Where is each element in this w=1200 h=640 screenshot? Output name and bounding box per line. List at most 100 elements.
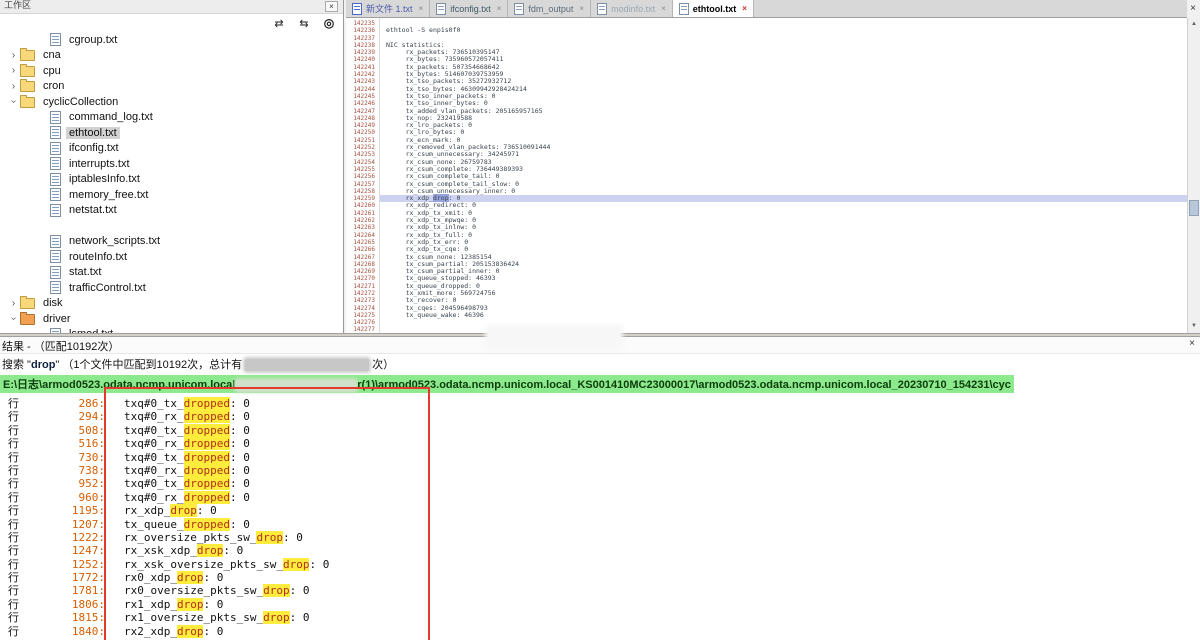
tree-item[interactable]: ›cyclicCollection bbox=[0, 94, 343, 110]
result-row[interactable]: 行1195:rx_xdp_drop: 0 bbox=[0, 504, 1200, 517]
tree-item[interactable]: memory_free.txt bbox=[0, 187, 343, 203]
match-highlight: drop bbox=[263, 584, 290, 597]
tree-item[interactable]: iptablesInfo.txt bbox=[0, 172, 343, 188]
tree-item[interactable]: ethtool.txt bbox=[0, 125, 343, 141]
scroll-up-arrow-icon[interactable]: ▲ bbox=[1188, 18, 1200, 31]
line-number: 142269 bbox=[346, 268, 375, 275]
result-row[interactable]: 行952:txq#0_tx_dropped: 0 bbox=[0, 477, 1200, 490]
line-number: 142259 bbox=[346, 195, 375, 202]
result-row[interactable]: 行960:txq#0_rx_dropped: 0 bbox=[0, 491, 1200, 504]
line-number: 142242 bbox=[346, 71, 375, 78]
result-row[interactable]: 行1815:rx1_oversize_pkts_sw_drop: 0 bbox=[0, 611, 1200, 624]
redaction-box bbox=[488, 328, 620, 346]
line-number: 142250 bbox=[346, 129, 375, 136]
editor-line: tx_added_vlan_packets: 205165957165 bbox=[386, 108, 1187, 115]
result-row[interactable]: 行1781:rx0_oversize_pkts_sw_drop: 0 bbox=[0, 584, 1200, 597]
result-file-path[interactable]: E:\日志\armod0523.odata.ncmp.unicom.localr… bbox=[0, 375, 1014, 393]
tree-item[interactable]: interrupts.txt bbox=[0, 156, 343, 172]
tree-item[interactable]: trafficControl.txt bbox=[0, 280, 343, 296]
tab-close-icon[interactable]: × bbox=[742, 4, 747, 13]
editor-text-area[interactable]: ethtool -S enp1s0f0NIC statistics: rx_pa… bbox=[380, 18, 1187, 333]
tree-item-label: cpu bbox=[40, 65, 64, 77]
search-summary: 搜索 "drop" （1个文件中匹配到10192次，总计有次） bbox=[0, 354, 1200, 372]
line-number: 142270 bbox=[346, 275, 375, 282]
line-number: 142237 bbox=[346, 35, 375, 42]
tree-expand-icon[interactable]: › bbox=[8, 313, 19, 324]
row-match-text: txq#0_tx_dropped: 0 bbox=[124, 477, 250, 490]
result-row[interactable]: 行738:txq#0_rx_dropped: 0 bbox=[0, 464, 1200, 477]
editor-line: rx_xdp_tx_full: 0 bbox=[386, 232, 1187, 239]
result-rows: 行286:txq#0_tx_dropped: 0行294:txq#0_rx_dr… bbox=[0, 397, 1200, 638]
result-row[interactable]: 行1222:rx_oversize_pkts_sw_drop: 0 bbox=[0, 531, 1200, 544]
tabbar-close-icon[interactable]: × bbox=[1190, 3, 1196, 14]
tab[interactable]: ethtool.txt× bbox=[673, 0, 754, 17]
result-row[interactable]: 行516:txq#0_rx_dropped: 0 bbox=[0, 437, 1200, 450]
emeditor-window: 工作区 × ⇄ ⇆ ◎ cgroup.txt›cna›cpu›cron›cycl… bbox=[0, 0, 1200, 640]
tab[interactable]: 新文件 1.txt× bbox=[346, 0, 430, 17]
result-row[interactable]: 行1772:rx0_xdp_drop: 0 bbox=[0, 571, 1200, 584]
locate-current-file-icon[interactable]: ◎ bbox=[321, 16, 337, 30]
tab[interactable]: modinfo.txt × bbox=[591, 0, 673, 17]
result-row[interactable]: 行730:txq#0_tx_dropped: 0 bbox=[0, 451, 1200, 464]
search-word: drop bbox=[31, 359, 55, 371]
tab[interactable]: ifconfig.txt× bbox=[430, 0, 508, 17]
tree-item[interactable]: ifconfig.txt bbox=[0, 141, 343, 157]
close-workspace-button[interactable]: × bbox=[325, 1, 338, 12]
tab-close-icon[interactable]: × bbox=[661, 4, 666, 13]
tab-close-icon[interactable]: × bbox=[497, 4, 502, 13]
sync-alt-icon[interactable]: ⇆ bbox=[296, 17, 312, 30]
redaction-box bbox=[245, 359, 369, 371]
result-row[interactable]: 行1806:rx1_xdp_drop: 0 bbox=[0, 598, 1200, 611]
tree-expand-icon[interactable]: › bbox=[8, 81, 19, 92]
tree-item[interactable]: cgroup.txt bbox=[0, 32, 343, 48]
row-line-label: 行 bbox=[0, 438, 19, 450]
line-number: 142251 bbox=[346, 137, 375, 144]
scrollbar-thumb[interactable] bbox=[1189, 200, 1199, 216]
line-number-gutter: 1422351422361422371422381422391422401422… bbox=[346, 18, 380, 333]
file-icon bbox=[50, 281, 61, 294]
tree-expand-icon[interactable]: › bbox=[8, 298, 19, 309]
row-line-number: 738: bbox=[19, 464, 105, 477]
tree-item[interactable]: ›cron bbox=[0, 79, 343, 95]
tab-close-icon[interactable]: × bbox=[579, 4, 584, 13]
tree-item[interactable]: netstat.txt bbox=[0, 203, 343, 219]
tree-item[interactable]: ›disk bbox=[0, 296, 343, 312]
editor-line: rx_xdp_drop: 0 bbox=[380, 195, 1187, 202]
row-match-text: tx_queue_dropped: 0 bbox=[124, 518, 250, 531]
tab-label: modinfo.txt bbox=[611, 4, 655, 14]
folder-icon bbox=[20, 66, 35, 77]
tab[interactable]: fdm_output× bbox=[508, 0, 591, 17]
result-row[interactable]: 行1207:tx_queue_dropped: 0 bbox=[0, 518, 1200, 531]
result-row[interactable]: 行286:txq#0_tx_dropped: 0 bbox=[0, 397, 1200, 410]
tree-expand-icon[interactable]: › bbox=[8, 65, 19, 76]
editor-line: tx_queue_wake: 46396 bbox=[386, 312, 1187, 319]
line-number: 142263 bbox=[346, 224, 375, 231]
result-row[interactable]: 行1247:rx_xsk_xdp_drop: 0 bbox=[0, 544, 1200, 557]
tree-expand-icon[interactable]: › bbox=[8, 96, 19, 107]
tree-item[interactable]: routeInfo.txt bbox=[0, 249, 343, 265]
tree-expand-icon[interactable]: › bbox=[8, 50, 19, 61]
editor-line: NIC statistics: bbox=[386, 42, 1187, 49]
result-row[interactable]: 行1252:rx_xsk_oversize_pkts_sw_drop: 0 bbox=[0, 558, 1200, 571]
file-icon bbox=[50, 204, 61, 217]
line-number: 142249 bbox=[346, 122, 375, 129]
close-results-icon[interactable]: × bbox=[1189, 338, 1195, 349]
row-line-number: 1247: bbox=[19, 544, 105, 557]
tree-item[interactable]: › cpu bbox=[0, 63, 343, 79]
file-icon bbox=[50, 142, 61, 155]
match-highlight: drop bbox=[177, 598, 204, 611]
tree-item[interactable]: network_scripts.txt bbox=[0, 234, 343, 250]
scroll-down-arrow-icon[interactable]: ▼ bbox=[1188, 320, 1200, 333]
file-icon bbox=[50, 33, 61, 46]
sync-icon[interactable]: ⇄ bbox=[271, 17, 287, 30]
result-row[interactable]: 行294:txq#0_rx_dropped: 0 bbox=[0, 410, 1200, 423]
tree-item[interactable]: command_log.txt bbox=[0, 110, 343, 126]
row-match-text: txq#0_tx_dropped: 0 bbox=[124, 451, 250, 464]
result-row[interactable]: 行508:txq#0_tx_dropped: 0 bbox=[0, 424, 1200, 437]
editor-vertical-scrollbar[interactable]: ▲ ▼ bbox=[1187, 18, 1200, 333]
tree-item[interactable]: ›cna bbox=[0, 48, 343, 64]
tree-item[interactable]: stat.txt bbox=[0, 265, 343, 281]
tab-close-icon[interactable]: × bbox=[419, 4, 424, 13]
tree-item[interactable]: ›driver bbox=[0, 311, 343, 327]
result-row[interactable]: 行1840:rx2_xdp_drop: 0 bbox=[0, 625, 1200, 638]
